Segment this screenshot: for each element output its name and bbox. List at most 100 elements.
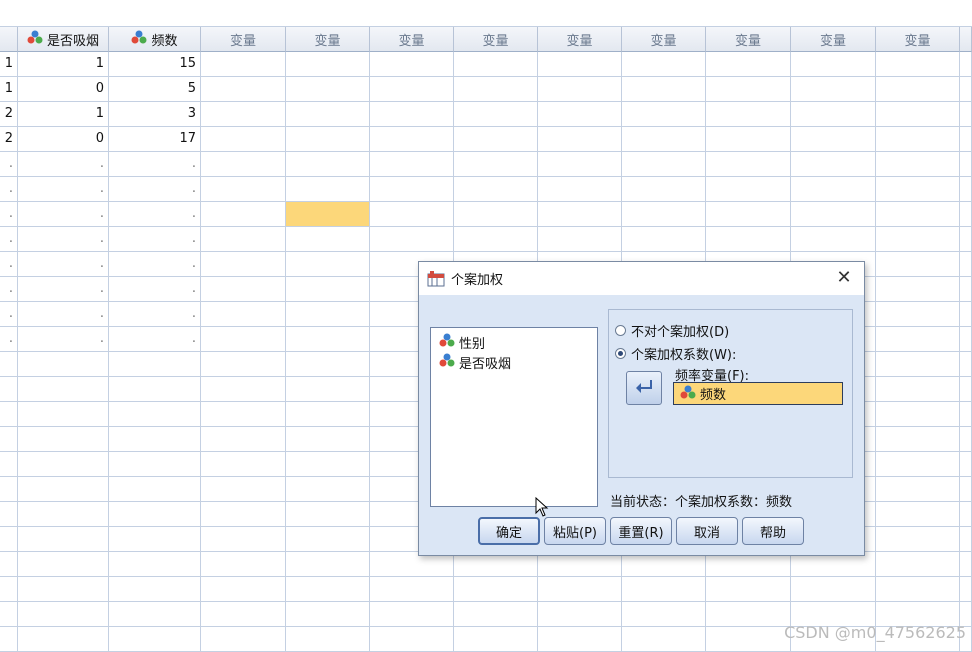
- grid-cell[interactable]: .: [0, 327, 18, 352]
- grid-cell[interactable]: [876, 352, 960, 377]
- grid-cell[interactable]: [201, 77, 286, 102]
- grid-cell[interactable]: [538, 177, 622, 202]
- column-header-10[interactable]: 变量: [791, 27, 876, 52]
- grid-cell[interactable]: [876, 552, 960, 577]
- grid-cell[interactable]: [960, 52, 972, 77]
- grid-cell[interactable]: [18, 402, 109, 427]
- grid-cell[interactable]: [109, 577, 201, 602]
- grid-cell[interactable]: [370, 77, 454, 102]
- grid-cell[interactable]: [18, 552, 109, 577]
- grid-cell[interactable]: [706, 177, 791, 202]
- grid-cell[interactable]: .: [18, 177, 109, 202]
- grid-cell[interactable]: [109, 452, 201, 477]
- grid-cell[interactable]: [538, 627, 622, 652]
- grid-cell[interactable]: [109, 602, 201, 627]
- grid-cell[interactable]: [0, 552, 18, 577]
- grid-cell[interactable]: [960, 252, 972, 277]
- grid-cell[interactable]: .: [0, 177, 18, 202]
- grid-cell[interactable]: [286, 77, 370, 102]
- grid-cell[interactable]: [960, 227, 972, 252]
- paste-button[interactable]: 粘贴(P): [544, 517, 606, 545]
- grid-cell[interactable]: [454, 602, 538, 627]
- grid-cell[interactable]: [622, 227, 706, 252]
- grid-cell[interactable]: [109, 627, 201, 652]
- grid-cell[interactable]: [370, 602, 454, 627]
- grid-cell[interactable]: [454, 202, 538, 227]
- grid-cell[interactable]: [454, 627, 538, 652]
- grid-cell[interactable]: [960, 452, 972, 477]
- grid-cell[interactable]: .: [18, 302, 109, 327]
- column-header-11[interactable]: 变量: [876, 27, 960, 52]
- ok-button[interactable]: 确定: [478, 517, 540, 545]
- grid-cell[interactable]: [960, 577, 972, 602]
- grid-cell[interactable]: .: [109, 302, 201, 327]
- grid-cell[interactable]: [538, 127, 622, 152]
- grid-cell[interactable]: [201, 327, 286, 352]
- grid-cell[interactable]: [960, 277, 972, 302]
- grid-cell[interactable]: [286, 402, 370, 427]
- variable-list-item[interactable]: 性别: [431, 332, 597, 352]
- grid-cell[interactable]: [286, 527, 370, 552]
- radio-weight-by[interactable]: [615, 348, 626, 359]
- grid-cell[interactable]: [706, 127, 791, 152]
- grid-cell[interactable]: [370, 102, 454, 127]
- grid-cell[interactable]: [538, 577, 622, 602]
- grid-cell[interactable]: [370, 627, 454, 652]
- grid-cell[interactable]: 2: [0, 102, 18, 127]
- grid-cell[interactable]: [706, 602, 791, 627]
- grid-cell[interactable]: [286, 577, 370, 602]
- grid-cell[interactable]: [201, 352, 286, 377]
- grid-cell[interactable]: [201, 527, 286, 552]
- grid-cell[interactable]: [960, 202, 972, 227]
- grid-cell[interactable]: [286, 427, 370, 452]
- grid-cell[interactable]: [622, 77, 706, 102]
- grid-cell[interactable]: [622, 127, 706, 152]
- grid-cell[interactable]: [18, 627, 109, 652]
- grid-cell[interactable]: [286, 477, 370, 502]
- grid-cell[interactable]: [538, 52, 622, 77]
- grid-cell[interactable]: [201, 102, 286, 127]
- grid-cell[interactable]: [201, 627, 286, 652]
- dialog-titlebar[interactable]: 个案加权 ✕: [419, 262, 864, 295]
- grid-cell[interactable]: [960, 77, 972, 102]
- grid-cell[interactable]: [876, 502, 960, 527]
- reset-button[interactable]: 重置(R): [610, 517, 672, 545]
- grid-cell[interactable]: [370, 202, 454, 227]
- grid-cell[interactable]: [201, 127, 286, 152]
- option-weight-by[interactable]: 个案加权系数(W):: [615, 344, 736, 363]
- grid-cell[interactable]: [876, 427, 960, 452]
- column-header-0[interactable]: [0, 27, 18, 52]
- grid-cell[interactable]: [286, 627, 370, 652]
- grid-cell[interactable]: [201, 502, 286, 527]
- variable-list-item[interactable]: 是否吸烟: [431, 352, 597, 372]
- grid-cell[interactable]: [791, 202, 876, 227]
- grid-cell[interactable]: [622, 177, 706, 202]
- grid-cell[interactable]: [370, 127, 454, 152]
- grid-cell[interactable]: [18, 602, 109, 627]
- grid-cell[interactable]: [0, 452, 18, 477]
- column-header-2[interactable]: 频数: [109, 27, 201, 52]
- grid-cell[interactable]: [876, 577, 960, 602]
- grid-cell[interactable]: [201, 252, 286, 277]
- grid-cell[interactable]: [201, 202, 286, 227]
- grid-cell[interactable]: [960, 552, 972, 577]
- grid-cell[interactable]: [370, 52, 454, 77]
- grid-cell[interactable]: [876, 177, 960, 202]
- grid-cell[interactable]: [286, 102, 370, 127]
- grid-cell[interactable]: [791, 52, 876, 77]
- grid-cell[interactable]: [201, 602, 286, 627]
- grid-cell[interactable]: [791, 77, 876, 102]
- grid-cell[interactable]: [286, 302, 370, 327]
- grid-cell[interactable]: .: [18, 202, 109, 227]
- grid-cell[interactable]: [18, 527, 109, 552]
- grid-cell[interactable]: 2: [0, 127, 18, 152]
- grid-cell[interactable]: [454, 77, 538, 102]
- grid-cell[interactable]: [791, 152, 876, 177]
- grid-cell[interactable]: [18, 502, 109, 527]
- grid-cell[interactable]: [286, 127, 370, 152]
- grid-cell[interactable]: [109, 402, 201, 427]
- grid-cell[interactable]: [286, 277, 370, 302]
- column-header-5[interactable]: 变量: [370, 27, 454, 52]
- grid-cell[interactable]: [286, 452, 370, 477]
- grid-cell[interactable]: [201, 377, 286, 402]
